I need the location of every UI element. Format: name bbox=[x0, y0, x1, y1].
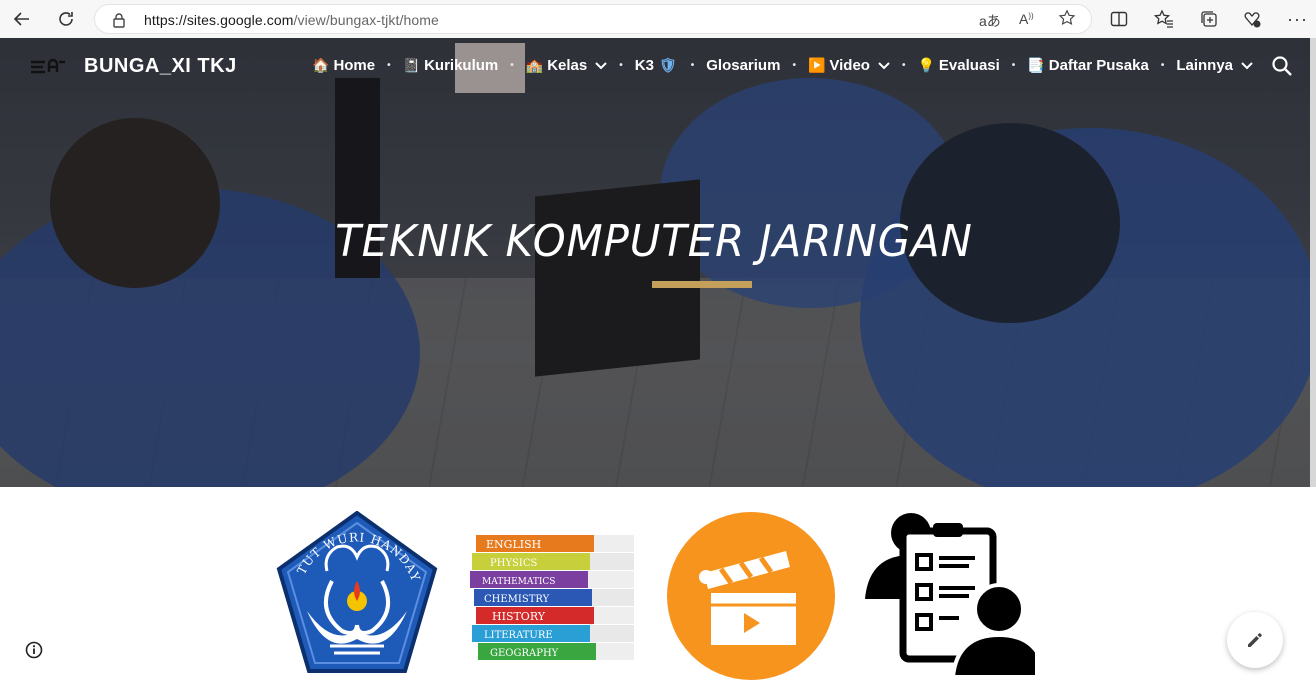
nav-item-daftar-pusaka[interactable]: 📑 Daftar Pusaka bbox=[1027, 57, 1149, 74]
split-screen-icon[interactable] bbox=[1110, 10, 1128, 33]
main-nav: 🏠 Home • 📓 Kurikulum • 🏫 Kelas • K3 🛡 • … bbox=[312, 57, 1253, 74]
favorites-icon[interactable] bbox=[1153, 9, 1174, 34]
nav-item-label: Evaluasi bbox=[938, 57, 1000, 74]
book-label: HISTORY bbox=[492, 610, 546, 623]
nav-separator: • bbox=[690, 60, 695, 71]
nav-item-label: Glosarium bbox=[706, 57, 781, 74]
feature-icons-row: TUT WURI HANDAYANI ENGLISH PHYSICS MATHE… bbox=[0, 487, 1310, 685]
site-title[interactable]: BUNGA_XI TKJ bbox=[84, 55, 237, 78]
nav-separator: • bbox=[1011, 60, 1016, 71]
nav-item-video[interactable]: ▶️ Video bbox=[808, 57, 890, 74]
chevron-down-icon[interactable] bbox=[1241, 61, 1253, 70]
books-stack-icon[interactable]: ENGLISH PHYSICS MATHEMATICS CHEMISTRY HI… bbox=[468, 533, 636, 673]
school-emoji-icon: 🏫 bbox=[525, 57, 544, 73]
nav-item-kelas[interactable]: 🏫 Kelas bbox=[526, 57, 607, 74]
hero-accent-bar bbox=[652, 281, 752, 288]
address-bar[interactable]: https://sites.google.com/view/bungax-tjk… bbox=[94, 4, 1092, 34]
lightbulb-emoji-icon: 💡 bbox=[917, 57, 935, 73]
site-header: BUNGA_XI TKJ 🏠 Home • 📓 Kurikulum • 🏫 Ke… bbox=[0, 38, 1310, 98]
site-logo-icon[interactable] bbox=[29, 58, 67, 76]
video-clapperboard-icon[interactable] bbox=[666, 511, 836, 681]
chevron-down-icon[interactable] bbox=[595, 61, 607, 70]
info-icon[interactable] bbox=[25, 641, 43, 659]
url-host: https://sites.google.com bbox=[144, 12, 294, 28]
url-text: https://sites.google.com/view/bungax-tjk… bbox=[144, 12, 439, 28]
nav-item-label: Home bbox=[333, 57, 376, 74]
book-label: ENGLISH bbox=[486, 538, 541, 551]
nav-item-k3[interactable]: K3 🛡 bbox=[635, 57, 679, 74]
nav-separator: • bbox=[510, 60, 514, 71]
hero-title: TEKNIK KOMPUTER JARINGAN bbox=[335, 216, 973, 267]
book-label: CHEMISTRY bbox=[484, 594, 550, 605]
nav-item-label: Kelas bbox=[547, 57, 588, 74]
nav-separator: • bbox=[901, 60, 906, 71]
pencil-icon bbox=[1248, 633, 1262, 647]
nav-item-label: Video bbox=[829, 57, 870, 74]
shield-emoji-icon: 🛡 bbox=[658, 57, 677, 73]
play-emoji-icon: ▶️ bbox=[807, 57, 826, 73]
nav-item-label: Daftar Pusaka bbox=[1048, 57, 1149, 74]
back-icon[interactable] bbox=[9, 6, 35, 32]
notebook-emoji-icon: 📓 bbox=[402, 57, 421, 73]
nav-item-glosarium[interactable]: Glosarium bbox=[706, 57, 780, 74]
nav-separator: • bbox=[387, 60, 391, 71]
chevron-down-icon[interactable] bbox=[878, 61, 890, 70]
more-menu-icon[interactable]: ··· bbox=[1287, 9, 1308, 30]
nav-separator: • bbox=[619, 60, 623, 71]
evaluation-checklist-icon[interactable] bbox=[863, 511, 1048, 679]
home-emoji-icon: 🏠 bbox=[312, 57, 330, 73]
search-icon[interactable] bbox=[1271, 55, 1293, 77]
nav-item-kurikulum[interactable]: 📓 Kurikulum bbox=[403, 57, 499, 74]
extensions-icon[interactable] bbox=[1242, 9, 1262, 34]
page-scrollbar[interactable] bbox=[1310, 38, 1316, 487]
collections-icon[interactable] bbox=[1199, 9, 1219, 34]
tut-wuri-handayani-logo[interactable]: TUT WURI HANDAYANI bbox=[266, 500, 442, 679]
nav-item-label: K3 bbox=[634, 57, 654, 74]
reload-icon[interactable] bbox=[53, 6, 79, 32]
edit-button[interactable] bbox=[1227, 612, 1283, 668]
nav-separator: • bbox=[1160, 60, 1165, 71]
nav-item-label: Kurikulum bbox=[424, 57, 499, 74]
read-aloud-translate-icon[interactable]: aあ bbox=[979, 11, 1001, 31]
nav-separator: • bbox=[792, 60, 796, 71]
nav-item-label: Lainnya bbox=[1176, 57, 1234, 74]
book-label: MATHEMATICS bbox=[482, 577, 555, 587]
lock-icon bbox=[112, 12, 126, 33]
nav-item-evaluasi[interactable]: 💡 Evaluasi bbox=[917, 57, 999, 74]
hero-banner: BUNGA_XI TKJ 🏠 Home • 📓 Kurikulum • 🏫 Ke… bbox=[0, 38, 1310, 487]
browser-toolbar: https://sites.google.com/view/bungax-tjk… bbox=[0, 0, 1316, 38]
nav-item-home[interactable]: 🏠 Home bbox=[312, 57, 375, 74]
favorite-star-icon[interactable] bbox=[1058, 9, 1076, 32]
document-emoji-icon: 📑 bbox=[1027, 57, 1045, 73]
nav-item-lainnya[interactable]: Lainnya bbox=[1176, 57, 1253, 74]
book-label: LITERATURE bbox=[484, 630, 553, 641]
book-label: GEOGRAPHY bbox=[490, 648, 559, 659]
book-label: PHYSICS bbox=[490, 558, 538, 569]
read-aloud-icon[interactable]: A)) bbox=[1019, 11, 1034, 27]
url-path: /view/bungax-tjkt/home bbox=[293, 12, 439, 28]
